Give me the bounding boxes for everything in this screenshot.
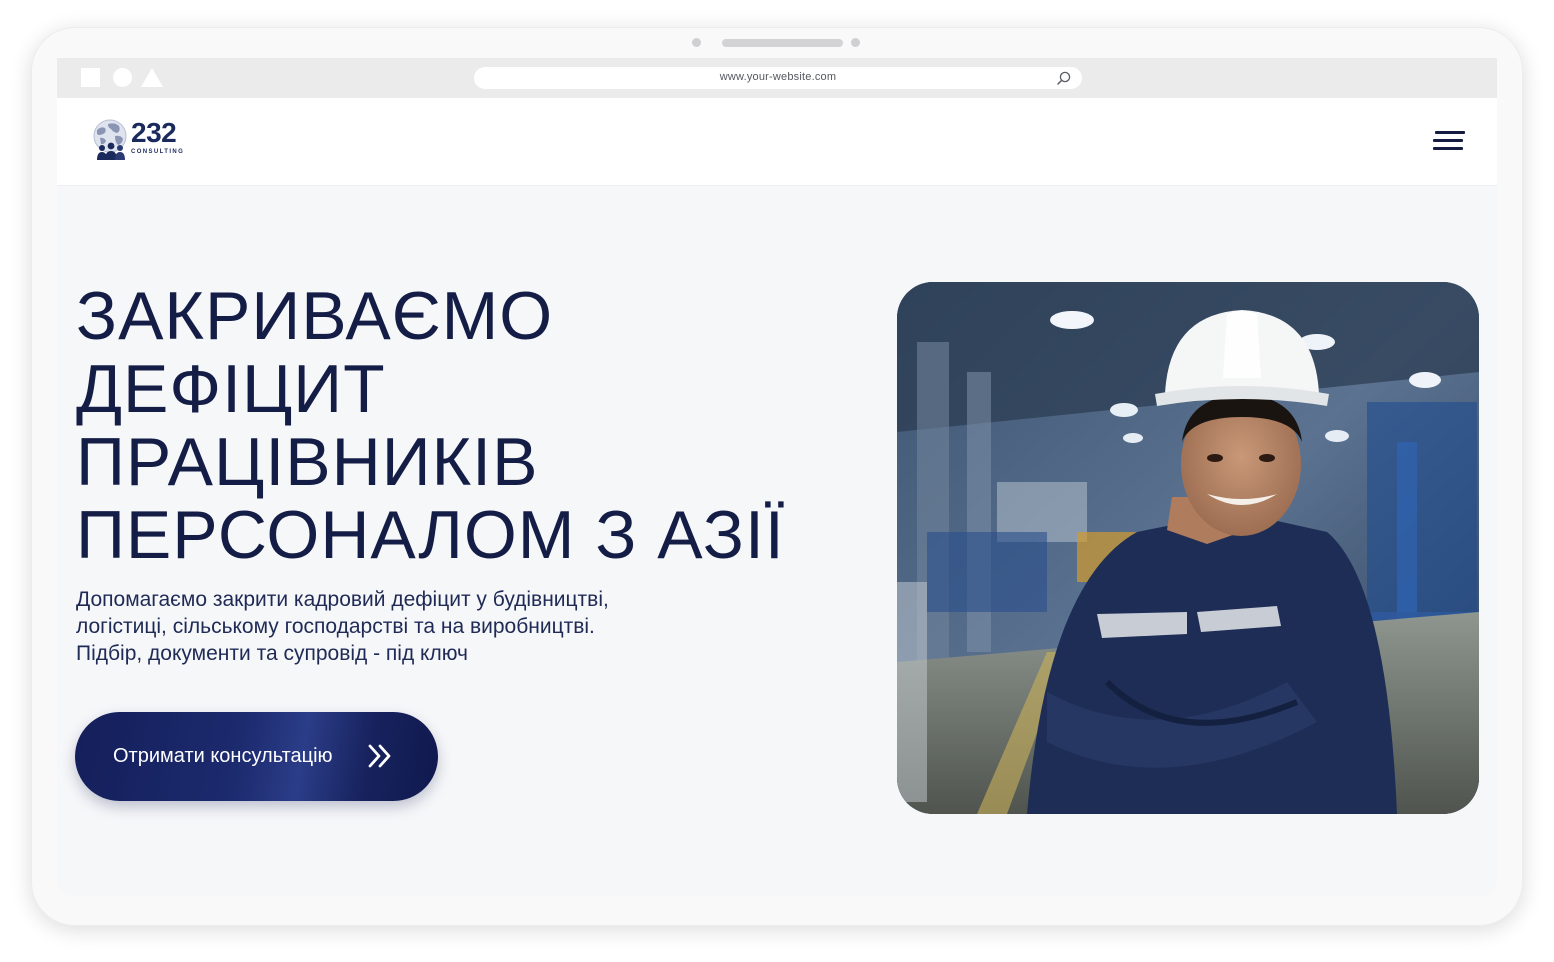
hero-title-line: ЗАКРИВАЄМО (76, 278, 554, 354)
speaker-bar (722, 39, 843, 47)
address-bar[interactable]: www.your-website.com (474, 67, 1082, 89)
globe-people-icon (93, 119, 127, 160)
hero-title: ЗАКРИВАЄМО ДЕФІЦИТ ПРАЦІВНИКІВ ПЕРСОНАЛО… (76, 280, 896, 572)
hero-title-line: ДЕФІЦИТ (76, 351, 386, 427)
hamburger-menu-icon[interactable] (1433, 130, 1465, 154)
hero-subtitle-line: логістиці, сільському господарстві та на… (76, 615, 595, 638)
hero-title-line: ПЕРСОНАЛОМ З АЗІЇ (76, 497, 785, 573)
brand-logo[interactable]: 232 CONSULTING (91, 117, 191, 163)
hero-subtitle-line: Допомагаємо закрити кадровий дефіцит у б… (76, 588, 609, 611)
camera-dot-left (692, 38, 701, 47)
circle-icon[interactable] (113, 68, 132, 87)
triangle-icon[interactable] (141, 68, 163, 87)
url-text: www.your-website.com (719, 71, 837, 83)
hero-title-line: ПРАЦІВНИКІВ (76, 424, 539, 500)
camera-dot-right (851, 38, 860, 47)
site-header: 232 CONSULTING (57, 98, 1497, 186)
consultation-button[interactable]: Отримати консультацію (75, 712, 438, 801)
double-chevron-right-icon (368, 744, 391, 768)
device-frame: www.your-website.com 232 CONSULTING ЗАКР… (31, 27, 1523, 926)
hero-subtitle: Допомагаємо закрити кадровий дефіцит у б… (76, 586, 716, 667)
consultation-button-label: Отримати консультацію (113, 745, 333, 767)
screen: www.your-website.com 232 CONSULTING ЗАКР… (57, 58, 1497, 896)
brand-tagline: CONSULTING (131, 149, 185, 155)
hero-subtitle-line: Підбір, документи та супровід - під ключ (76, 642, 468, 665)
device-camera-bar (31, 38, 1523, 48)
square-icon[interactable] (81, 68, 100, 87)
search-icon[interactable] (1056, 70, 1072, 86)
brand-name: 232 (131, 117, 177, 148)
factory-worker-photo (897, 282, 1479, 814)
browser-toolbar: www.your-website.com (57, 58, 1497, 98)
